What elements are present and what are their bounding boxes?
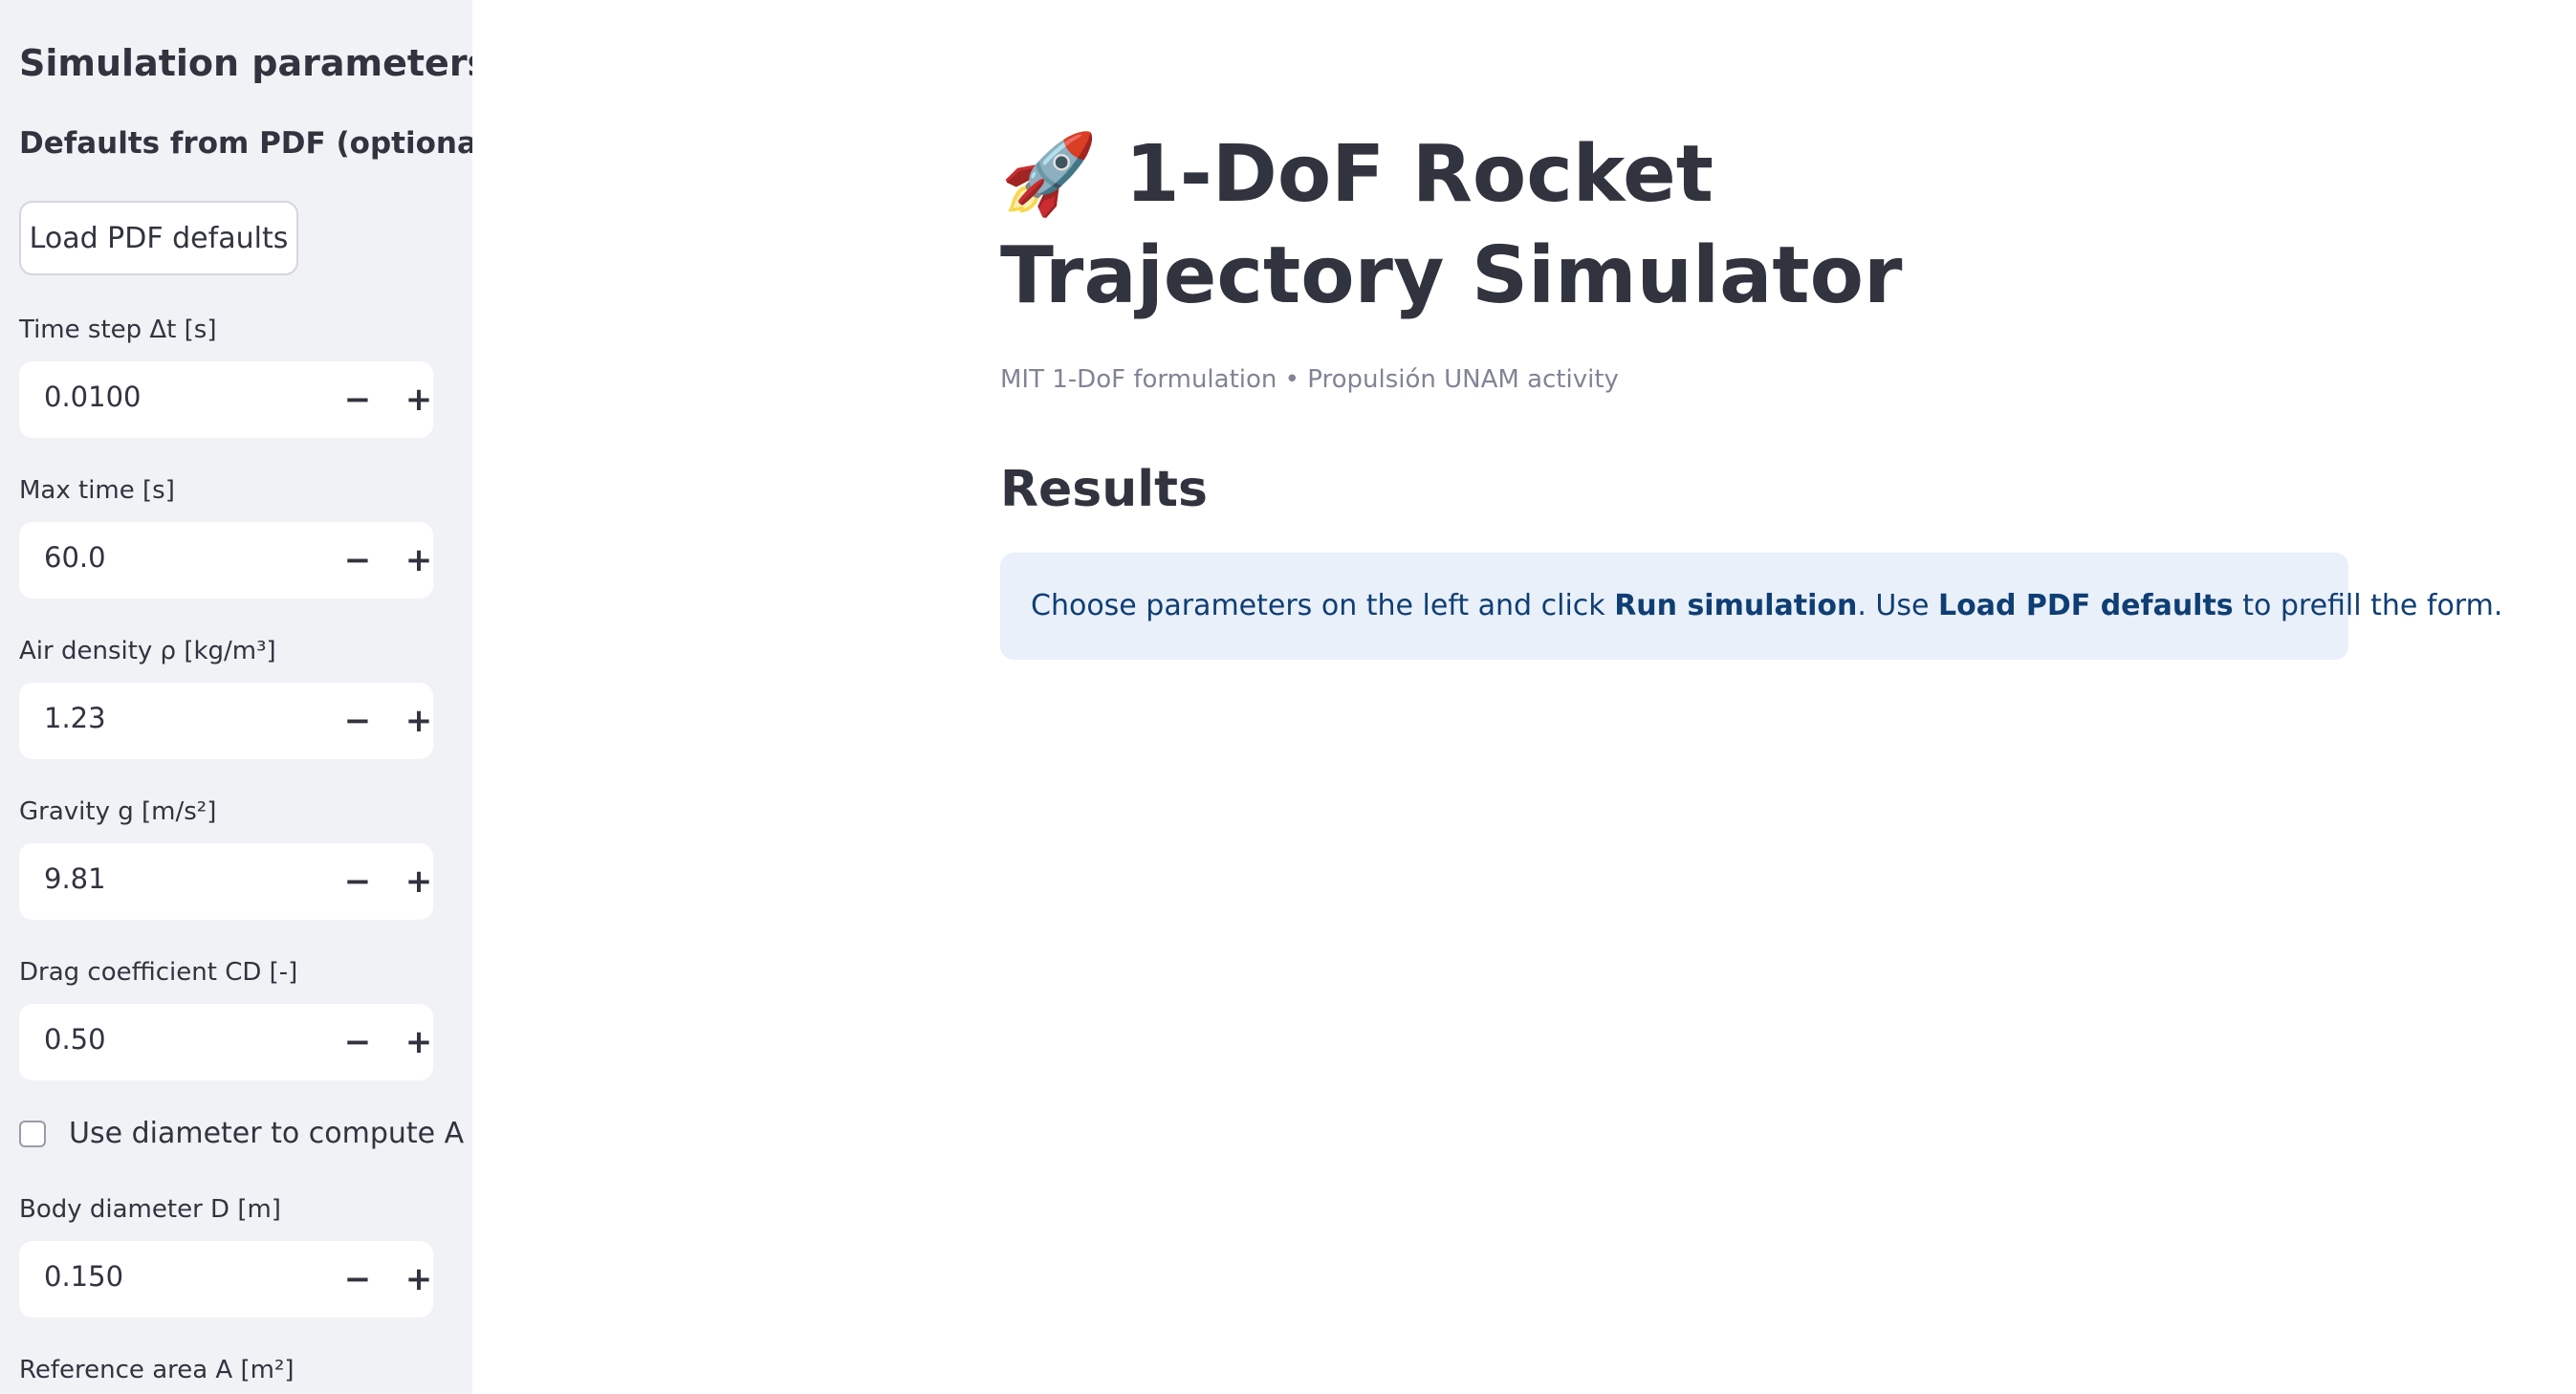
drag-coefficient-increment-button[interactable]: +	[394, 1017, 444, 1067]
page-caption: MIT 1-DoF formulation • Propulsión UNAM …	[1000, 365, 1619, 394]
info-text-part1: Choose parameters on the left and click	[1031, 589, 1615, 622]
defaults-subheader: Defaults from PDF (optional)	[19, 126, 472, 161]
max-time-input[interactable]: 60.0 − +	[19, 522, 433, 599]
use-diameter-checkbox-label[interactable]: Use diameter to compute A	[69, 1117, 464, 1150]
body-diameter-increment-button[interactable]: +	[394, 1254, 444, 1304]
drag-coefficient-input[interactable]: 0.50 − +	[19, 1004, 433, 1080]
gravity-increment-button[interactable]: +	[394, 857, 444, 906]
info-alert: Choose parameters on the left and click …	[1000, 553, 2502, 660]
gravity-decrement-button[interactable]: −	[333, 857, 382, 906]
air-density-label: Air density ρ [kg/m³]	[19, 637, 276, 665]
sidebar: Simulation parameters Defaults from PDF …	[0, 0, 472, 1394]
air-density-input[interactable]: 1.23 − +	[19, 683, 433, 759]
max-time-value[interactable]: 60.0	[44, 541, 106, 574]
rocket-icon: 🚀	[1000, 129, 1099, 220]
time-step-decrement-button[interactable]: −	[333, 375, 382, 425]
air-density-value[interactable]: 1.23	[44, 702, 106, 734]
gravity-value[interactable]: 9.81	[44, 862, 106, 895]
air-density-decrement-button[interactable]: −	[333, 696, 382, 746]
body-diameter-label: Body diameter D [m]	[19, 1195, 281, 1224]
time-step-label: Time step Δt [s]	[19, 316, 217, 344]
sidebar-title: Simulation parameters	[19, 42, 472, 84]
results-heading: Results	[1000, 461, 1208, 518]
air-density-increment-button[interactable]: +	[394, 696, 444, 746]
max-time-increment-button[interactable]: +	[394, 535, 444, 585]
info-text-part3: to prefill the form.	[2233, 589, 2503, 622]
time-step-input[interactable]: 0.0100 − +	[19, 361, 433, 438]
reference-area-label: Reference area A [m²]	[19, 1356, 295, 1384]
time-step-value[interactable]: 0.0100	[44, 381, 141, 413]
drag-coefficient-decrement-button[interactable]: −	[333, 1017, 382, 1067]
info-bold-run-simulation: Run simulation	[1614, 589, 1858, 622]
drag-coefficient-value[interactable]: 0.50	[44, 1023, 106, 1056]
info-text-part2: . Use	[1857, 589, 1938, 622]
use-diameter-checkbox[interactable]	[19, 1121, 46, 1147]
body-diameter-value[interactable]: 0.150	[44, 1260, 123, 1293]
body-diameter-decrement-button[interactable]: −	[333, 1254, 382, 1304]
body-diameter-input[interactable]: 0.150 − +	[19, 1241, 433, 1318]
drag-coefficient-label: Drag coefficient CD [-]	[19, 958, 298, 987]
info-bold-load-pdf-defaults: Load PDF defaults	[1937, 589, 2234, 622]
page-title: 🚀 1-DoF Rocket Trajectory Simulator	[1000, 124, 2128, 327]
max-time-label: Max time [s]	[19, 476, 175, 505]
gravity-input[interactable]: 9.81 − +	[19, 843, 433, 920]
load-pdf-defaults-button[interactable]: Load PDF defaults	[19, 201, 298, 275]
gravity-label: Gravity g [m/s²]	[19, 797, 217, 826]
max-time-decrement-button[interactable]: −	[333, 535, 382, 585]
time-step-increment-button[interactable]: +	[394, 375, 444, 425]
page-title-text: 1-DoF Rocket Trajectory Simulator	[1000, 129, 1903, 321]
